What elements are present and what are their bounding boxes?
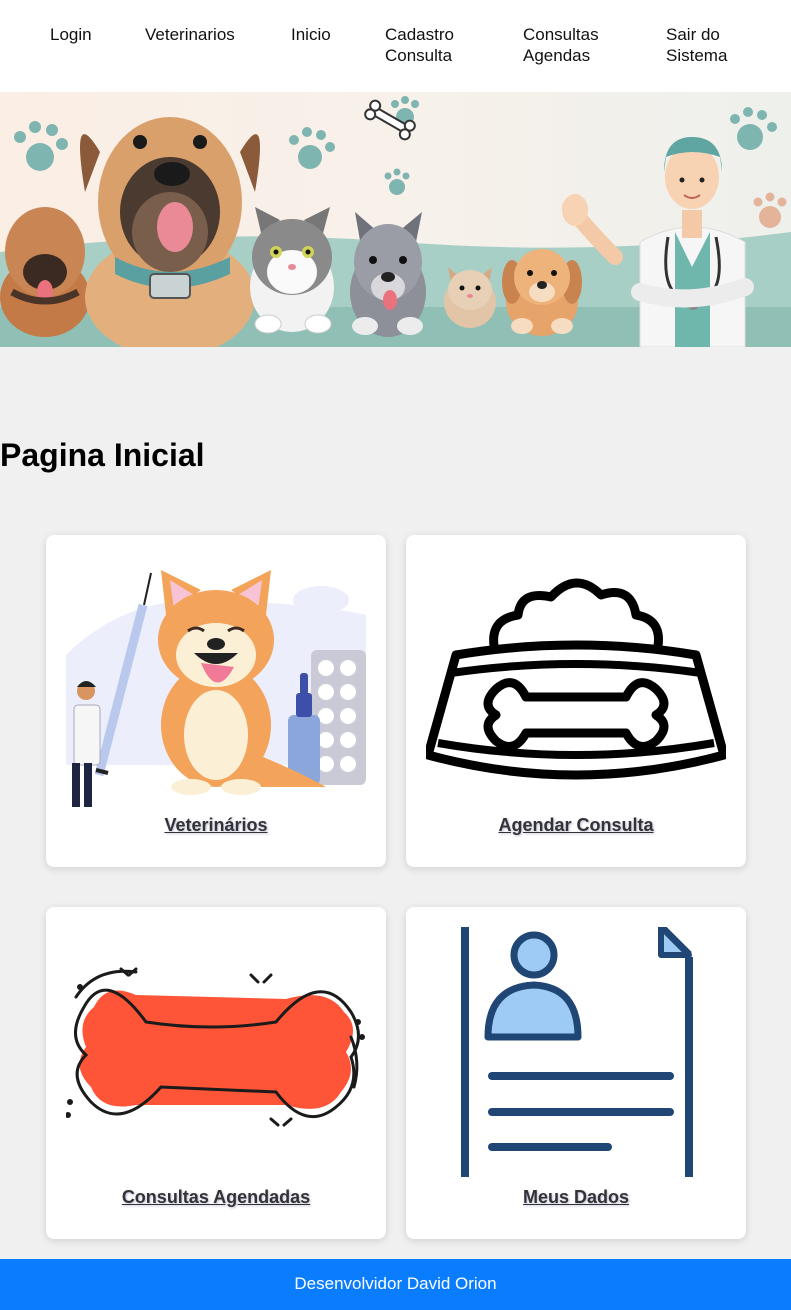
nav-link-sair[interactable]: Sair do Sistema — [666, 24, 727, 66]
pets-vet-banner-illustration — [0, 96, 791, 347]
red-bone-icon — [66, 967, 365, 1127]
user-document-icon — [461, 927, 693, 1177]
food-bowl-bone-icon — [426, 578, 726, 780]
card-meus-dados[interactable]: Meus Dados — [406, 907, 746, 1239]
card-consultas-agendadas[interactable]: Consultas Agendadas — [46, 907, 386, 1239]
vet-dog-illustration — [66, 570, 366, 807]
page-title: Pagina Inicial — [0, 437, 205, 473]
card-label-agendar-consulta[interactable]: Agendar Consulta — [406, 815, 746, 836]
card-agendar-consulta[interactable]: Agendar Consulta — [406, 535, 746, 867]
top-nav: Login Veterinarios Inicio Cadastro Consu… — [0, 0, 791, 92]
card-veterinarios[interactable]: Veterinários — [46, 535, 386, 867]
nav-link-consultas-agendas[interactable]: Consultas Agendas — [523, 24, 599, 66]
card-label-consultas-agendadas[interactable]: Consultas Agendadas — [46, 1187, 386, 1208]
nav-link-inicio[interactable]: Inicio — [291, 24, 331, 45]
nav-link-veterinarios[interactable]: Veterinarios — [145, 24, 235, 45]
card-label-meus-dados[interactable]: Meus Dados — [406, 1187, 746, 1208]
footer: Desenvolvidor David Orion — [0, 1259, 791, 1310]
card-label-veterinarios[interactable]: Veterinários — [46, 815, 386, 836]
footer-text: Desenvolvidor David Orion — [294, 1274, 497, 1293]
hero-banner — [0, 92, 791, 347]
nav-link-cadastro-consulta[interactable]: Cadastro Consulta — [385, 24, 454, 66]
nav-link-login[interactable]: Login — [50, 24, 92, 45]
